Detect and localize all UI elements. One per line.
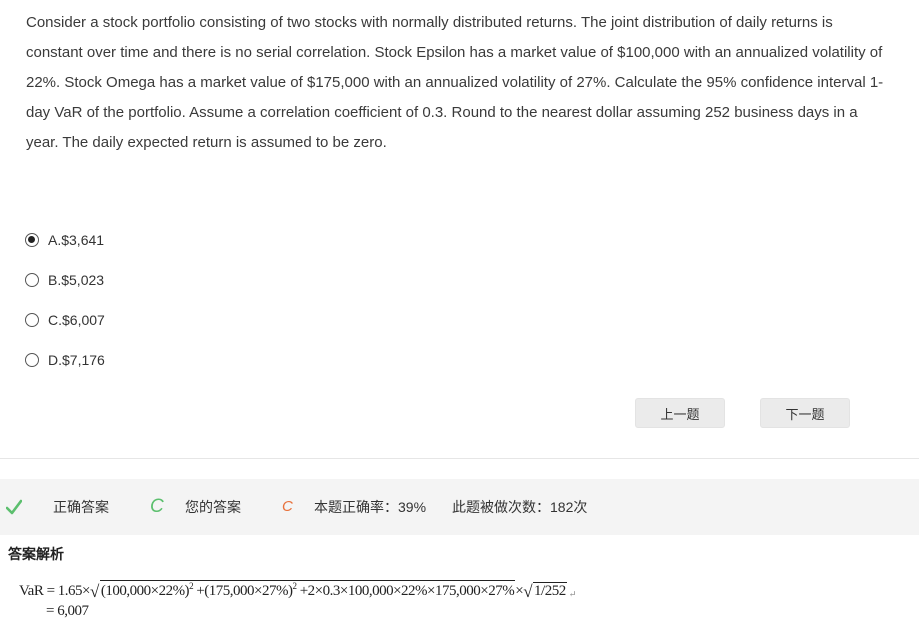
option-c[interactable]: C.$6,007 xyxy=(25,300,105,340)
correct-answer-value: C xyxy=(150,496,164,517)
accuracy-rate: 本题正确率：39% xyxy=(314,499,427,515)
radio-button-selected-icon[interactable] xyxy=(25,233,39,247)
attempt-count: 此题被做次数：182次 xyxy=(452,499,588,515)
radio-button-icon[interactable] xyxy=(25,353,39,367)
radio-button-icon[interactable] xyxy=(25,273,39,287)
option-b[interactable]: B.$5,023 xyxy=(25,260,105,300)
radio-button-icon[interactable] xyxy=(25,313,39,327)
solution-formula: VaR = 1.65× √ (100,000×22%)2 +(175,000×2… xyxy=(19,574,576,620)
option-d[interactable]: D.$7,176 xyxy=(25,340,105,380)
option-label: B.$5,023 xyxy=(48,272,105,288)
correct-answer-label: 正确答案 xyxy=(53,499,109,515)
formula-result: = 6,007 xyxy=(46,603,89,619)
analysis-title: 答案解析 xyxy=(8,546,64,562)
option-label: C.$6,007 xyxy=(48,312,105,328)
your-answer-label: 您的答案 xyxy=(185,499,241,515)
square-root-icon: √ xyxy=(523,582,533,601)
option-label: A.$3,641 xyxy=(48,232,105,248)
result-bar: 正确答案 C 您的答案 C 本题正确率：39% 此题被做次数：182次 xyxy=(0,479,919,535)
formula-term: (100,000×22%) xyxy=(100,583,190,599)
option-label: D.$7,176 xyxy=(48,352,105,368)
next-question-button[interactable]: 下一题 xyxy=(760,398,850,428)
previous-question-button[interactable]: 上一题 xyxy=(635,398,725,428)
formula-term: +(175,000×27%) xyxy=(193,583,293,599)
formula-term: 1/252 xyxy=(534,583,566,599)
answer-options: A.$3,641 B.$5,023 C.$6,007 D.$7,176 xyxy=(25,220,105,380)
paragraph-mark-icon: ↵ xyxy=(568,589,577,599)
formula-term: +2×0.3×100,000×22%×175,000×27% xyxy=(296,583,515,599)
square-root-icon: √ xyxy=(90,582,99,601)
formula-times: × xyxy=(515,583,524,599)
formula-prefix: VaR = 1.65× xyxy=(19,583,91,599)
option-a[interactable]: A.$3,641 xyxy=(25,220,105,260)
divider xyxy=(0,458,919,459)
your-answer-value: C xyxy=(282,498,293,515)
formula-radicand: (100,000×22%)2 +(175,000×27%)2 +2×0.3×10… xyxy=(99,580,516,600)
formula-radicand: 1/252 xyxy=(533,582,567,600)
question-text: Consider a stock portfolio consisting of… xyxy=(26,14,884,151)
